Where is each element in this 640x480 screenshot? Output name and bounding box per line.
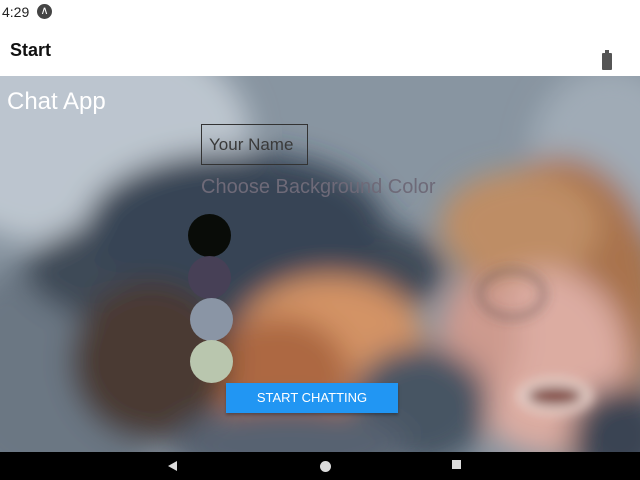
status-bar: 4:29 ∧ bbox=[0, 0, 640, 24]
app-title: Chat App bbox=[7, 88, 106, 115]
color-swatch-gray-blue[interactable] bbox=[190, 298, 233, 341]
color-swatch-black[interactable] bbox=[188, 214, 231, 257]
back-icon[interactable] bbox=[168, 461, 177, 471]
recents-icon[interactable] bbox=[452, 460, 461, 469]
app-bar: Start bbox=[0, 24, 640, 76]
home-icon[interactable] bbox=[320, 461, 331, 472]
navigation-bar bbox=[0, 452, 640, 480]
page-title: Start bbox=[10, 40, 52, 60]
color-swatch-purple[interactable] bbox=[188, 256, 231, 299]
battery-icon bbox=[602, 50, 612, 70]
start-chatting-button[interactable]: START CHATTING bbox=[226, 383, 398, 413]
color-swatch-sage[interactable] bbox=[190, 340, 233, 383]
start-screen: Chat App Choose Background Color START C… bbox=[0, 76, 640, 452]
choose-background-label: Choose Background Color bbox=[201, 176, 436, 198]
status-time: 4:29 bbox=[2, 4, 30, 20]
name-input[interactable] bbox=[201, 124, 308, 165]
launcher-icon: ∧ bbox=[37, 4, 52, 19]
